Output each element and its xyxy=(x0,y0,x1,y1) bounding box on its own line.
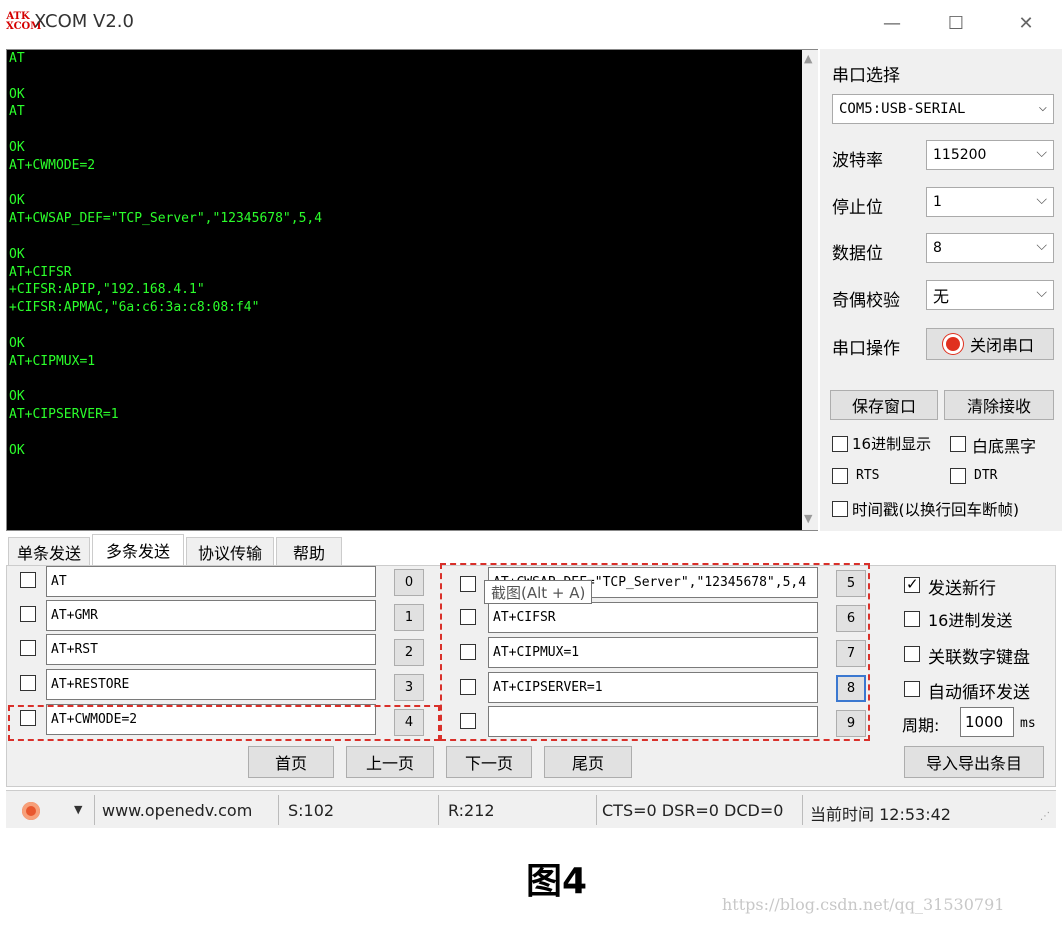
stopbits-value: 1 xyxy=(933,194,942,210)
link-keypad-checkbox[interactable] xyxy=(904,646,920,662)
close-port-label: 关闭串口 xyxy=(969,336,1034,355)
dropdown-arrow-icon[interactable]: ▼ xyxy=(74,803,82,816)
current-time: 当前时间 12:53:42 xyxy=(810,805,951,824)
receive-area[interactable]: AT OK AT OK AT+CWMODE=2 OK AT+CWSAP_DEF=… xyxy=(6,49,818,531)
divider xyxy=(278,795,279,825)
next-page-button[interactable]: 下一页 xyxy=(446,746,532,778)
stopbits-label: 停止位 xyxy=(832,198,883,218)
dtr-checkbox[interactable] xyxy=(950,468,966,484)
white-black-label: 白底黑字 xyxy=(972,437,1037,456)
scroll-down-icon[interactable]: ▼ xyxy=(804,512,812,525)
send-input-1[interactable]: AT+GMR xyxy=(46,600,376,631)
parity-select[interactable]: 无 ⌵ xyxy=(926,280,1054,310)
website-link[interactable]: www.openedv.com xyxy=(102,801,252,820)
receive-scrollbar[interactable]: ▲ ▼ xyxy=(802,50,818,530)
send-input-2[interactable]: AT+RST xyxy=(46,634,376,665)
port-value: COM5:USB-SERIAL xyxy=(839,101,966,117)
last-page-button[interactable]: 尾页 xyxy=(544,746,632,778)
figure-caption: 图4 xyxy=(526,861,588,902)
app-logo: ATK XCOM xyxy=(6,11,42,32)
white-black-checkbox[interactable] xyxy=(950,436,966,452)
send-button-0[interactable]: 0 xyxy=(394,569,424,596)
hex-send-checkbox[interactable] xyxy=(904,611,920,627)
dtr-label: DTR xyxy=(974,468,998,483)
stopbits-select[interactable]: 1 ⌵ xyxy=(926,187,1054,217)
send-newline-checkbox[interactable] xyxy=(904,575,920,593)
hex-display-label: 16进制显示 xyxy=(852,435,932,453)
minimize-button[interactable]: — xyxy=(860,0,924,46)
port-label: 串口选择 xyxy=(832,66,900,86)
scroll-up-icon[interactable]: ▲ xyxy=(804,52,812,65)
close-button[interactable]: ✕ xyxy=(994,0,1058,46)
row-checkbox[interactable] xyxy=(20,606,36,622)
chevron-down-icon: ⌵ xyxy=(1036,145,1047,161)
row-checkbox[interactable] xyxy=(20,675,36,691)
port-op-label: 串口操作 xyxy=(832,339,900,359)
row-checkbox[interactable] xyxy=(20,572,36,588)
link-keypad-label: 关联数字键盘 xyxy=(928,648,1030,668)
clear-receive-button[interactable]: 清除接收 xyxy=(944,390,1054,420)
parity-label: 奇偶校验 xyxy=(832,291,900,311)
port-select[interactable]: COM5:USB-SERIAL ⌵ xyxy=(832,94,1054,124)
import-export-button[interactable]: 导入导出条目 xyxy=(904,746,1044,778)
send-input-0[interactable]: AT xyxy=(46,566,376,597)
sent-count: S:102 xyxy=(288,801,335,820)
divider xyxy=(94,795,95,825)
first-page-button[interactable]: 首页 xyxy=(248,746,334,778)
title-bar: ATK XCOM XCOM V2.0 — ☐ ✕ xyxy=(0,0,1062,46)
chevron-down-icon: ⌵ xyxy=(1036,285,1047,301)
period-label: 周期: xyxy=(902,716,940,735)
send-button-2[interactable]: 2 xyxy=(394,639,424,666)
divider xyxy=(596,795,597,825)
divider xyxy=(802,795,803,825)
chevron-down-icon: ⌵ xyxy=(1038,99,1047,115)
signal-status: CTS=0 DSR=0 DCD=0 xyxy=(602,801,784,820)
databits-label: 数据位 xyxy=(832,244,883,264)
hex-display-checkbox[interactable] xyxy=(832,436,848,452)
timestamp-checkbox[interactable] xyxy=(832,501,848,517)
row-checkbox[interactable] xyxy=(20,640,36,656)
send-button-1[interactable]: 1 xyxy=(394,604,424,631)
databits-select[interactable]: 8 ⌵ xyxy=(926,233,1054,263)
close-port-button[interactable]: 关闭串口 xyxy=(926,328,1054,360)
timestamp-label: 时间戳(以换行回车断帧) xyxy=(852,501,1020,519)
rts-checkbox[interactable] xyxy=(832,468,848,484)
status-bar: ▼ www.openedv.com S:102 R:212 CTS=0 DSR=… xyxy=(6,790,1056,828)
baud-select[interactable]: 115200 ⌵ xyxy=(926,140,1054,170)
send-input-3[interactable]: AT+RESTORE xyxy=(46,669,376,700)
received-count: R:212 xyxy=(448,801,495,820)
databits-value: 8 xyxy=(933,240,942,256)
tab-single-send[interactable]: 单条发送 xyxy=(8,537,90,565)
divider xyxy=(438,795,439,825)
rts-label: RTS xyxy=(856,468,880,483)
status-led-icon xyxy=(945,337,960,351)
baud-label: 波特率 xyxy=(832,151,883,171)
receive-text: AT OK AT OK AT+CWMODE=2 OK AT+CWSAP_DEF=… xyxy=(9,51,323,458)
tab-help[interactable]: 帮助 xyxy=(276,537,342,565)
auto-loop-label: 自动循环发送 xyxy=(928,683,1030,703)
chevron-down-icon: ⌵ xyxy=(1036,192,1047,208)
parity-value: 无 xyxy=(933,287,950,306)
watermark: https://blog.csdn.net/qq_31530791 xyxy=(722,895,1005,914)
status-icon[interactable] xyxy=(22,802,40,820)
maximize-button[interactable]: ☐ xyxy=(924,0,988,46)
hex-send-label: 16进制发送 xyxy=(928,611,1013,630)
tab-multi-send[interactable]: 多条发送 xyxy=(92,534,184,565)
auto-loop-checkbox[interactable] xyxy=(904,681,920,697)
send-newline-label: 发送新行 xyxy=(928,579,996,599)
tab-protocol[interactable]: 协议传输 xyxy=(186,537,274,565)
window-title: XCOM V2.0 xyxy=(34,11,134,32)
chevron-down-icon: ⌵ xyxy=(1036,238,1047,254)
settings-panel: 串口选择 COM5:USB-SERIAL ⌵ 波特率 115200 ⌵ 停止位 … xyxy=(820,49,1062,531)
resize-grip-icon[interactable]: ⋰ xyxy=(1040,811,1050,822)
period-unit: ms xyxy=(1020,716,1036,731)
baud-value: 115200 xyxy=(933,147,987,163)
highlight-box-left xyxy=(8,705,440,741)
prev-page-button[interactable]: 上一页 xyxy=(346,746,434,778)
highlight-box-right xyxy=(440,563,870,741)
send-button-3[interactable]: 3 xyxy=(394,674,424,701)
save-window-button[interactable]: 保存窗口 xyxy=(830,390,938,420)
period-input[interactable]: 1000 xyxy=(960,707,1014,737)
